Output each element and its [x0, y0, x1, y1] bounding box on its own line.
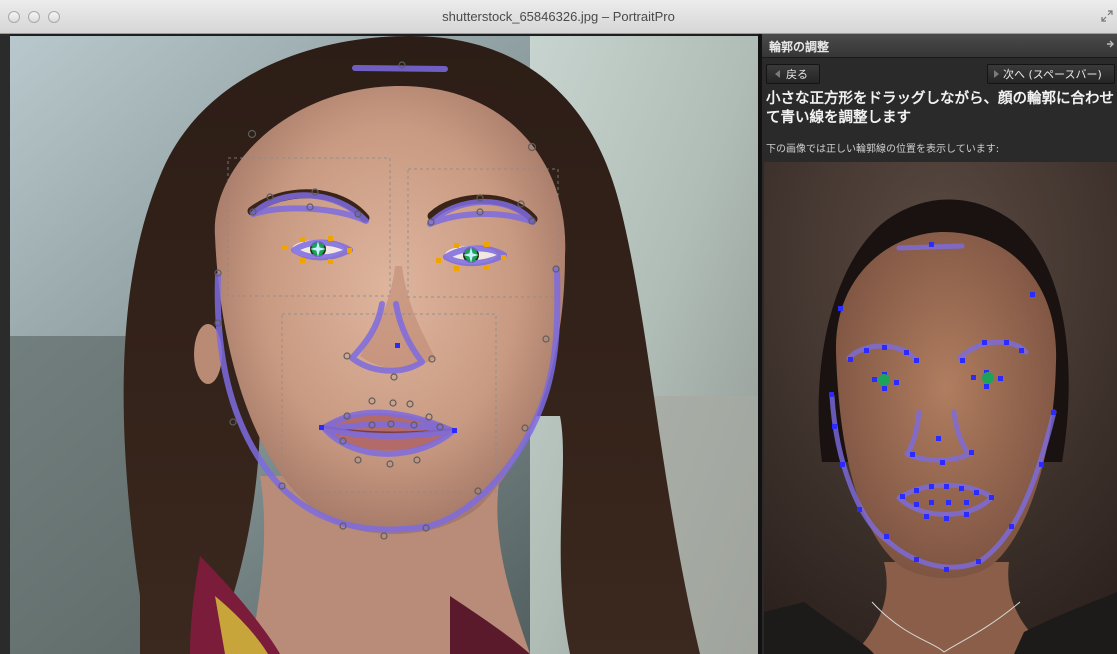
- right-brow-line: [427, 199, 536, 227]
- guidance-panel: 輪郭の調整 戻る 次へ (スペースバー) 小さな正方形をドラッグしながら、顔の輪…: [762, 34, 1117, 654]
- next-arrow-icon: [994, 70, 999, 78]
- outline-overlay: [214, 61, 561, 540]
- photo-canvas[interactable]: [10, 36, 758, 654]
- window-titlebar: shutterstock_65846326.jpg – PortraitPro: [0, 0, 1117, 34]
- fullscreen-icon[interactable]: [1101, 10, 1113, 22]
- reference-image: [764, 162, 1117, 654]
- back-label: 戻る: [786, 68, 808, 81]
- next-button[interactable]: 次へ (スペースバー): [987, 64, 1115, 84]
- reference-caption: 下の画像では正しい輪郭線の位置を表示しています:: [766, 144, 1000, 155]
- panel-header: 輪郭の調整: [762, 34, 1117, 58]
- jaw-line: [214, 266, 561, 533]
- left-brow-line: [250, 192, 369, 224]
- window-title: shutterstock_65846326.jpg – PortraitPro: [442, 9, 675, 24]
- back-button[interactable]: 戻る: [766, 64, 820, 84]
- forehead-line: [352, 65, 448, 72]
- next-label: 次へ (スペースバー): [1003, 68, 1102, 81]
- collapse-icon[interactable]: [1105, 39, 1115, 51]
- reference-portrait: [764, 162, 1117, 654]
- instruction-text: 小さな正方形をドラッグしながら、顔の輪郭に合わせて青い線を調整します: [766, 91, 1114, 126]
- back-arrow-icon: [775, 70, 780, 78]
- outline-lines: [214, 65, 561, 533]
- panel-title: 輪郭の調整: [769, 40, 830, 54]
- left-gutter: [0, 34, 10, 654]
